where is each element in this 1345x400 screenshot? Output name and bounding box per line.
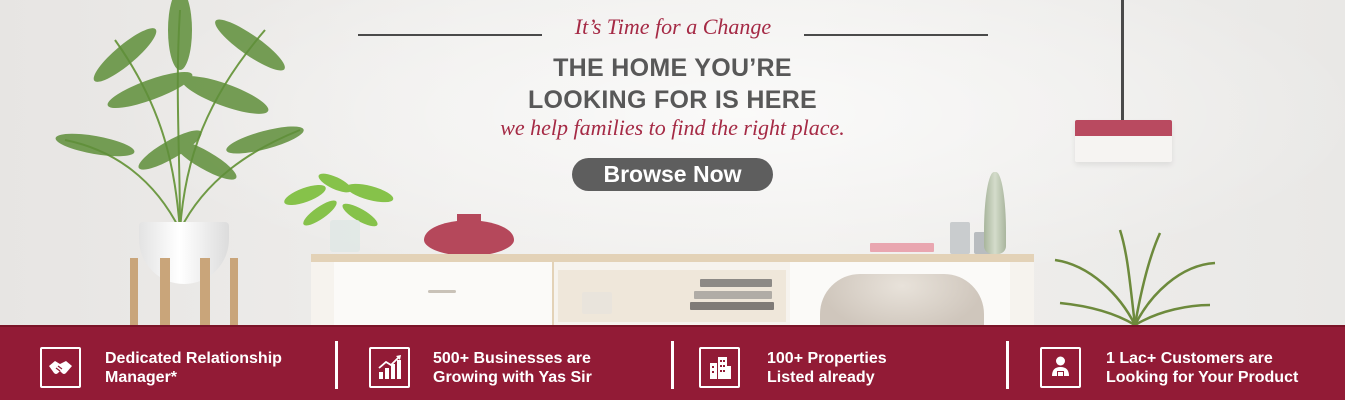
green-vase: [984, 172, 1006, 254]
stat-divider: [335, 341, 338, 389]
book-stack: [700, 279, 772, 287]
pencil-cup: [582, 292, 612, 314]
customer-icon: [1040, 347, 1081, 388]
lamp-cord: [1121, 0, 1124, 120]
stat-customers: 1 Lac+ Customers are Looking for Your Pr…: [1010, 327, 1345, 400]
headline-line-1: THE HOME YOU’RE: [553, 54, 792, 82]
cabinet-door-left: [334, 262, 554, 326]
stat-text: Dedicated Relationship Manager*: [105, 350, 282, 386]
plant-stand-side-left: [130, 258, 138, 326]
headline-line-2: LOOKING FOR IS HERE: [527, 86, 818, 114]
small-plant-icon: [284, 173, 394, 252]
plant-stand-leg-left: [160, 258, 170, 326]
palm-plant-icon: [55, 0, 304, 231]
stat-text: 100+ Properties Listed already: [767, 350, 887, 386]
handshake-icon: [40, 347, 81, 388]
stat-text: 500+ Businesses are Growing with Yas Sir: [433, 350, 592, 386]
growth-chart-icon: [369, 347, 410, 388]
tagline: we help families to find the right place…: [500, 115, 845, 140]
fern-plant-icon: [1054, 229, 1216, 327]
book-stack: [690, 302, 774, 310]
pendant-lamp: [1075, 120, 1172, 162]
page-title: THE HOME YOU’RE LOOKING FOR IS HERE: [400, 52, 945, 116]
hero-banner: It’s Time for a Change THE HOME YOU’RE L…: [0, 0, 1345, 400]
stat-properties: 100+ Properties Listed already: [675, 327, 995, 400]
stat-businesses: 500+ Businesses are Growing with Yas Sir: [340, 327, 660, 400]
browse-now-button[interactable]: Browse Now: [572, 158, 773, 191]
buildings-icon: [699, 347, 740, 388]
stat-divider: [1006, 341, 1009, 389]
plant-stand-leg-right: [200, 258, 210, 326]
stats-bar: Dedicated Relationship Manager* 500+ Bus…: [0, 325, 1345, 400]
red-vase-icon: [424, 214, 514, 256]
plant-pot: [139, 222, 229, 284]
kicker-row: It’s Time for a Change: [358, 14, 988, 44]
cabinet-handle: [428, 290, 456, 293]
stat-relationship-manager: Dedicated Relationship Manager*: [0, 327, 320, 400]
stat-divider: [671, 341, 674, 389]
pink-book: [870, 243, 934, 252]
stat-text: 1 Lac+ Customers are Looking for Your Pr…: [1106, 350, 1299, 386]
cup: [950, 222, 970, 254]
book-stack: [694, 291, 772, 299]
kicker-text: It’s Time for a Change: [574, 14, 772, 39]
plant-stand-side-right: [230, 258, 238, 326]
